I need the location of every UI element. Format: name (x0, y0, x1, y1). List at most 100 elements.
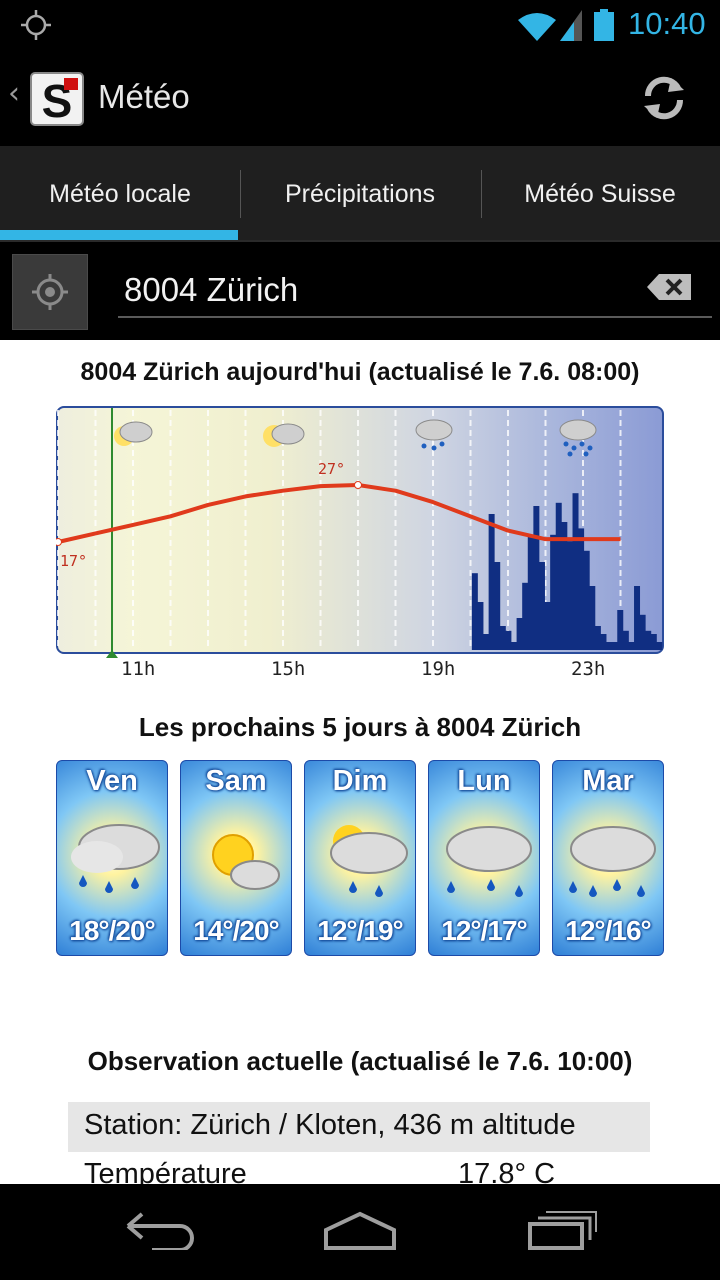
day-temp: 18°/20° (69, 915, 155, 946)
forecast-days: Ven 18°/20° Sam 14°/20° Dim 12°/19° Lun … (56, 760, 668, 956)
back-chevron-icon[interactable]: ‹ (8, 76, 20, 111)
observation-heading: Observation actuelle (actualisé le 7.6. … (87, 1046, 633, 1076)
precip-bar (606, 642, 613, 650)
day-temp: 14°/20° (193, 915, 279, 946)
cloud-heavy-rain-icon (559, 419, 597, 457)
precip-bar (600, 634, 607, 650)
forecast-day-lun[interactable]: Lun 12°/17° (428, 760, 540, 956)
precip-bar (483, 634, 490, 650)
precip-bar (499, 626, 506, 650)
precip-bar (477, 602, 484, 650)
precip-bar (622, 630, 629, 650)
x-tick-label: 11h (121, 658, 156, 680)
today-heading: 8004 Zürich aujourd'hui (actualisé le 7.… (80, 358, 640, 386)
precip-bar (578, 528, 585, 650)
day-name: Lun (457, 765, 511, 797)
wifi-icon (518, 10, 582, 41)
chart-svg: 17° 27° (56, 408, 663, 652)
forecast-day-ven[interactable]: Ven 18°/20° (56, 760, 168, 956)
observation-row: Température 17.8° C (84, 1158, 684, 1184)
day-temp: 12°/16° (565, 915, 651, 946)
partly-cloudy-icon (263, 423, 305, 447)
forecast-day-sam[interactable]: Sam 14°/20° (180, 760, 292, 956)
precip-bar (505, 630, 512, 650)
clear-input-icon[interactable] (645, 272, 693, 302)
precip-bar (650, 634, 657, 650)
gps-icon (21, 10, 51, 40)
tab-precipitations[interactable]: Précipitations (240, 146, 480, 242)
precip-bar (561, 522, 568, 650)
home-icon[interactable] (322, 1210, 398, 1250)
precip-bar (516, 618, 523, 650)
x-axis-ticks: 11h 15h 19h 23h (56, 650, 664, 688)
tab-meteo-locale[interactable]: Météo locale (0, 146, 240, 242)
sun-cloud-rain-icon (330, 825, 408, 897)
precip-bar (594, 626, 601, 650)
precip-bar (533, 506, 540, 650)
locate-button[interactable] (12, 254, 88, 330)
precip-bar (538, 562, 545, 650)
content-area[interactable]: 8004 Zürich aujourd'hui (actualisé le 7.… (0, 340, 720, 1184)
back-icon[interactable] (124, 1210, 196, 1250)
cloud-rain-icon (71, 824, 160, 893)
min-temp-label: 17° (60, 552, 87, 570)
precip-bar (471, 573, 478, 650)
station-text: Station: Zürich / Kloten, 436 m altitude (84, 1109, 576, 1141)
day-name: Sam (205, 765, 267, 797)
day-temp: 12°/17° (441, 915, 527, 946)
day-temp: 12°/19° (317, 915, 403, 946)
recent-apps-icon[interactable] (526, 1210, 598, 1250)
max-temp-label: 27° (318, 460, 345, 478)
selected-tab-indicator (0, 230, 238, 240)
cloud-heavy-rain-icon (569, 826, 656, 897)
clock: 10:40 (628, 6, 706, 41)
precip-bar (639, 614, 646, 650)
precip-bar (550, 534, 557, 650)
refresh-icon[interactable] (638, 72, 690, 124)
precip-bar (555, 502, 562, 650)
tab-meteo-suisse[interactable]: Météo Suisse (480, 146, 720, 242)
precip-bar (572, 493, 579, 650)
temperature-marker (354, 481, 362, 489)
navigation-bar (0, 1184, 720, 1280)
precip-bar (511, 642, 517, 650)
observation-label: Température (84, 1158, 247, 1184)
forecast-day-mar[interactable]: Mar 12°/16° (552, 760, 664, 956)
x-tick-label: 15h (271, 658, 306, 680)
observation-value: 17.8° C (458, 1158, 556, 1184)
temperature-marker (56, 538, 62, 546)
precip-bar (589, 586, 596, 650)
x-tick-label: 19h (421, 658, 456, 680)
precip-bar (527, 534, 534, 650)
precip-bar (488, 514, 495, 650)
battery-icon (594, 9, 614, 41)
x-tick-label: 23h (571, 658, 606, 680)
station-row: Station: Zürich / Kloten, 436 m altitude (68, 1102, 650, 1152)
precip-bar (522, 582, 529, 650)
app-logo-icon[interactable]: S (30, 72, 84, 126)
location-input[interactable] (118, 264, 712, 318)
precip-bar (544, 602, 551, 650)
cloud-light-rain-icon (415, 419, 453, 451)
locate-icon (32, 274, 68, 310)
forecast-heading: Les prochains 5 jours à 8004 Zürich (138, 712, 582, 742)
tab-bar: Météo locale Précipitations Météo Suisse (0, 146, 720, 242)
day-name: Mar (582, 765, 634, 797)
sun-cloud-icon (212, 834, 280, 890)
app-title: Météo (98, 78, 190, 115)
precip-bar (617, 610, 624, 650)
precip-bar (494, 562, 501, 650)
day-name: Dim (332, 765, 388, 797)
precip-bar (656, 642, 663, 650)
day-name: Ven (86, 765, 138, 797)
precip-bar (583, 550, 590, 650)
forecast-day-dim[interactable]: Dim 12°/19° (304, 760, 416, 956)
precip-bar (611, 642, 618, 650)
action-bar: ‹ S Météo (0, 50, 720, 146)
precip-bar (566, 541, 573, 650)
precip-bar (628, 642, 635, 650)
cloud-rain-icon (446, 826, 532, 897)
precip-bar (634, 586, 641, 650)
status-bar: 10:40 (0, 0, 720, 50)
location-row (0, 242, 720, 340)
